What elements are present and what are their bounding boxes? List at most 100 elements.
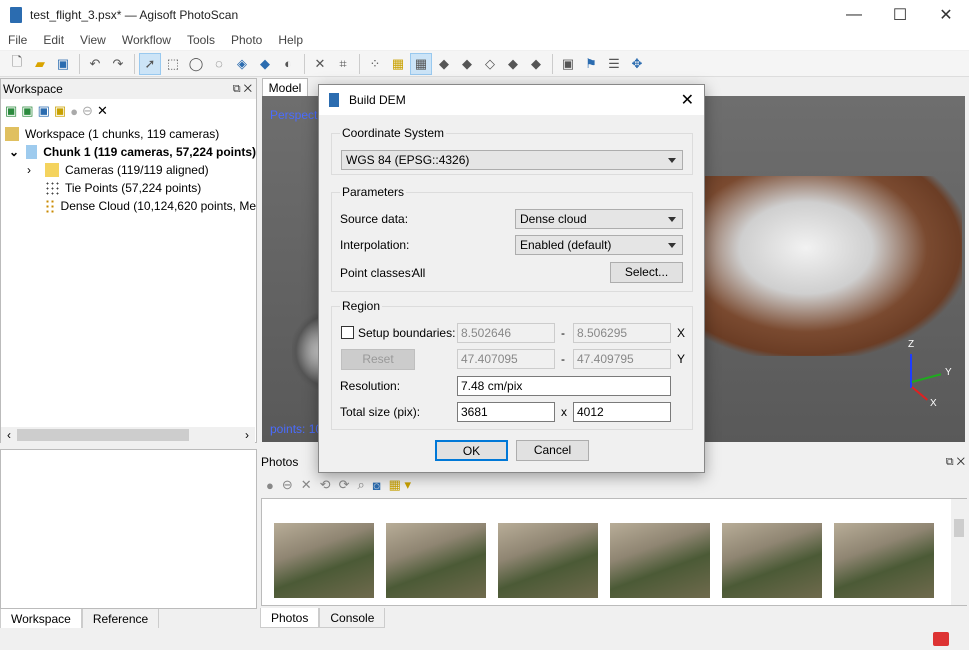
minimize-button[interactable]: — bbox=[831, 0, 877, 30]
wireframe-model-icon[interactable]: ◇ bbox=[479, 53, 501, 75]
size-height-input[interactable]: 4012 bbox=[573, 402, 671, 422]
collapse-icon[interactable]: ⌄ bbox=[9, 143, 20, 161]
photo-thumbnails bbox=[261, 498, 967, 606]
dialog-close-icon[interactable]: ✕ bbox=[681, 90, 694, 110]
coordinate-system-label: Coordinate System bbox=[340, 126, 447, 140]
dock-close-icon[interactable]: ⧉ ✕ bbox=[233, 79, 252, 99]
dense-cloud-icon[interactable]: ▦ bbox=[387, 53, 409, 75]
interpolation-select[interactable]: Enabled (default) bbox=[515, 235, 683, 255]
shaded-model-icon[interactable]: ◆ bbox=[433, 53, 455, 75]
new-file-icon[interactable]: 🗋 bbox=[6, 53, 28, 75]
tree-dense-cloud[interactable]: Dense Cloud (10,124,620 points, Me bbox=[45, 197, 256, 215]
ok-button[interactable]: OK bbox=[435, 440, 508, 461]
open-folder-icon[interactable]: ▰ bbox=[29, 53, 51, 75]
x-max-input[interactable]: 8.506295 bbox=[573, 323, 671, 343]
menu-help[interactable]: Help bbox=[270, 30, 311, 50]
network-status-icon[interactable] bbox=[933, 632, 949, 646]
total-size-label: Total size (pix): bbox=[340, 405, 421, 419]
tiled-model-icon[interactable]: ◆ bbox=[525, 53, 547, 75]
delete-selection-icon[interactable]: ✕ bbox=[309, 53, 331, 75]
photo-thumbnail[interactable] bbox=[722, 523, 822, 598]
tie-points-icon bbox=[45, 181, 59, 195]
disable-camera-icon[interactable]: ⊖ bbox=[282, 477, 293, 493]
add-photos-icon[interactable]: ▣ bbox=[21, 103, 33, 119]
coordinate-system-select[interactable]: WGS 84 (EPSG::4326) bbox=[341, 150, 683, 170]
show-markers-icon[interactable]: ⚑ bbox=[580, 53, 602, 75]
menu-view[interactable]: View bbox=[72, 30, 114, 50]
tree-cameras[interactable]: › Cameras (119/119 aligned) bbox=[27, 161, 256, 179]
expand-icon[interactable]: › bbox=[27, 161, 45, 179]
redo-icon[interactable]: ↷ bbox=[107, 53, 129, 75]
resolution-input[interactable]: 7.48 cm/pix bbox=[457, 376, 671, 396]
solid-model-icon[interactable]: ◆ bbox=[456, 53, 478, 75]
photos-dock-icon[interactable]: ⧉ ✕ bbox=[946, 456, 965, 469]
reset-view-icon[interactable]: ✥ bbox=[626, 53, 648, 75]
workspace-hscrollbar[interactable]: ‹ › bbox=[1, 427, 255, 443]
resize-region-icon[interactable]: ◈ bbox=[231, 53, 253, 75]
save-icon[interactable]: ▣ bbox=[52, 53, 74, 75]
tab-console[interactable]: Console bbox=[319, 608, 386, 628]
chevron-down-icon bbox=[668, 243, 676, 248]
photo-thumbnail[interactable] bbox=[386, 523, 486, 598]
close-button[interactable]: ✕ bbox=[923, 0, 969, 30]
undo-icon[interactable]: ↶ bbox=[84, 53, 106, 75]
tab-workspace[interactable]: Workspace bbox=[0, 609, 82, 629]
tree-chunk[interactable]: ⌄ Chunk 1 (119 cameras, 57,224 points) bbox=[9, 143, 256, 161]
menu-file[interactable]: File bbox=[0, 30, 35, 50]
enable-camera-icon[interactable]: ● bbox=[266, 478, 274, 493]
tree-tie-points[interactable]: Tie Points (57,224 points) bbox=[45, 179, 256, 197]
view-mode-icon[interactable]: ▦ ▾ bbox=[389, 477, 411, 493]
textured-model-icon[interactable]: ◆ bbox=[502, 53, 524, 75]
enable-icon[interactable]: ● bbox=[70, 104, 78, 119]
navigation-icon[interactable]: ➚ bbox=[139, 52, 161, 75]
free-form-selection-icon[interactable]: ◌ bbox=[208, 53, 230, 75]
tab-photos[interactable]: Photos bbox=[260, 608, 320, 628]
remove-icon[interactable]: ✕ bbox=[97, 103, 108, 119]
show-cameras-icon[interactable]: ▣ bbox=[557, 53, 579, 75]
crop-selection-icon[interactable]: ⌗ bbox=[332, 53, 354, 75]
remove-camera-icon[interactable]: ✕ bbox=[301, 477, 312, 493]
rotate-object-icon[interactable]: ◐ bbox=[277, 53, 299, 75]
tab-reference[interactable]: Reference bbox=[81, 609, 160, 629]
show-shapes-icon[interactable]: ☰ bbox=[603, 53, 625, 75]
photo-thumbnail[interactable] bbox=[610, 523, 710, 598]
add-folder-icon[interactable]: ▣ bbox=[38, 103, 50, 119]
dense-cloud-classes-icon[interactable]: ▦ bbox=[410, 52, 432, 75]
menu-photo[interactable]: Photo bbox=[223, 30, 270, 50]
reset-filter-icon[interactable]: ◙ bbox=[373, 478, 381, 493]
rotate-right-icon[interactable]: ⟳ bbox=[339, 477, 350, 493]
y-max-input[interactable]: 47.409795 bbox=[573, 349, 671, 369]
cancel-button[interactable]: Cancel bbox=[516, 440, 589, 461]
source-data-select[interactable]: Dense cloud bbox=[515, 209, 683, 229]
maximize-button[interactable]: ☐ bbox=[877, 0, 923, 30]
dense-cloud-icon bbox=[45, 199, 55, 213]
photo-thumbnail[interactable] bbox=[498, 523, 598, 598]
filter-icon[interactable]: ⌕ bbox=[357, 477, 364, 493]
menu-tools[interactable]: Tools bbox=[179, 30, 223, 50]
bottom-tabs: Photos Console bbox=[260, 608, 386, 628]
photos-vscrollbar[interactable] bbox=[951, 499, 967, 605]
menu-edit[interactable]: Edit bbox=[35, 30, 72, 50]
point-cloud-icon[interactable]: ⁘ bbox=[364, 53, 386, 75]
scroll-thumb[interactable] bbox=[17, 429, 189, 441]
select-classes-button[interactable]: Select... bbox=[610, 262, 683, 283]
add-chunk-icon[interactable]: ▣ bbox=[5, 103, 17, 119]
menu-workflow[interactable]: Workflow bbox=[114, 30, 179, 50]
rectangle-selection-icon[interactable]: ⬚ bbox=[162, 53, 184, 75]
circle-selection-icon[interactable]: ◯ bbox=[185, 53, 207, 75]
chunk-icon bbox=[26, 145, 38, 159]
photo-thumbnail[interactable] bbox=[834, 523, 934, 598]
add-marker-icon[interactable]: ▣ bbox=[54, 103, 66, 119]
tree-workspace[interactable]: Workspace (1 chunks, 119 cameras) bbox=[5, 125, 256, 143]
axis-x-label: X bbox=[930, 398, 937, 409]
setup-boundaries-checkbox[interactable] bbox=[341, 326, 354, 339]
y-min-input[interactable]: 47.407095 bbox=[457, 349, 555, 369]
x-min-input[interactable]: 8.502646 bbox=[457, 323, 555, 343]
rotate-region-icon[interactable]: ◆ bbox=[254, 53, 276, 75]
tab-model[interactable]: Model bbox=[262, 78, 308, 97]
photo-thumbnail[interactable] bbox=[274, 523, 374, 598]
disable-icon[interactable]: ⊖ bbox=[82, 103, 93, 119]
rotate-left-icon[interactable]: ⟲ bbox=[320, 477, 331, 493]
size-width-input[interactable]: 3681 bbox=[457, 402, 555, 422]
reset-button[interactable]: Reset bbox=[341, 349, 415, 370]
